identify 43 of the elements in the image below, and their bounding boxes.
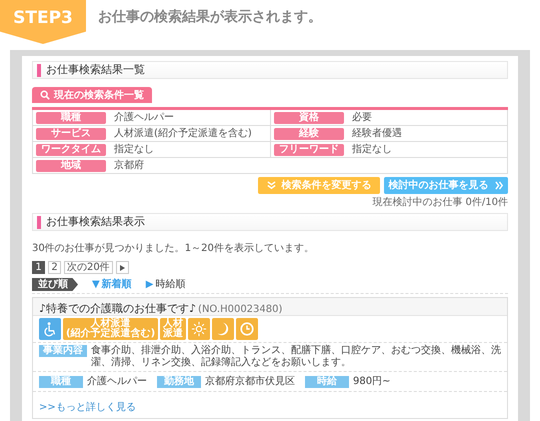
field-value: 介護ヘルパー: [87, 374, 147, 389]
sort-label: 並び順: [32, 278, 78, 291]
field-label: 勤務地: [157, 376, 201, 388]
condition-value: 指定なし: [352, 142, 392, 157]
condition-label: 経験: [274, 128, 344, 140]
service-tag: 人材派遣 (紹介予定派遣含む): [63, 318, 158, 340]
next-page-button[interactable]: [116, 261, 129, 274]
saved-count: 現在検討中のお仕事 0件/10件: [372, 196, 508, 210]
step-badge: STEP3: [0, 0, 86, 44]
condition-value: 経験者優遇: [352, 126, 402, 141]
condition-value: 必要: [352, 110, 372, 125]
search-icon: [40, 90, 50, 100]
condition-label: サービス: [36, 128, 106, 140]
condition-label: 職種: [36, 112, 106, 124]
field-label: 事業内容: [39, 345, 87, 357]
condition-value: 人材派遣(紹介予定派遣を含む): [114, 126, 252, 141]
more-details-link[interactable]: >>もっと詳しく見る: [39, 402, 136, 413]
condition-label: ワークタイム: [36, 144, 106, 156]
page-link[interactable]: 2: [48, 261, 61, 274]
heading-text: お仕事検索結果一覧: [46, 62, 145, 78]
double-chevron-down-icon: [266, 181, 276, 190]
field-value: 980円~: [353, 375, 390, 389]
field-value: 京都府京都市伏見区: [205, 374, 295, 389]
job-title: ♪特養での介護職のお仕事です♪: [39, 301, 196, 317]
condition-label: フリーワード: [274, 144, 344, 156]
condition-label: 資格: [274, 112, 344, 124]
job-description: 食事介助、排泄介助、入浴介助、トランス、配膳下膳、口腔ケア、おむつ交換、機械浴、洗濯、清掃、リネン交換、記録簿記入などをお願いします。: [91, 345, 501, 369]
result-summary: 30件のお仕事が見つかりました。1～20件を表示しています。: [32, 243, 314, 254]
condition-value: 京都府: [114, 158, 144, 173]
double-chevron-right-icon: [494, 181, 504, 190]
step-caption: お仕事の検索結果が表示されます。: [98, 8, 322, 27]
service-tag: 人材 派遣: [160, 318, 186, 340]
play-arrow-icon: [119, 264, 126, 270]
condition-value: 介護ヘルパー: [114, 110, 174, 125]
sort-option[interactable]: ▶ 時給順: [146, 277, 186, 292]
field-label: 時給: [305, 376, 349, 388]
page-link[interactable]: 1: [32, 261, 45, 274]
field-label: 職種: [39, 376, 83, 388]
heading-text: お仕事検索結果表示: [46, 214, 145, 230]
condition-label: 地域: [36, 160, 106, 172]
job-number: (NO.H00023480): [198, 303, 282, 317]
page-link[interactable]: 次の20件: [64, 261, 113, 274]
condition-value: 指定なし: [114, 142, 154, 157]
